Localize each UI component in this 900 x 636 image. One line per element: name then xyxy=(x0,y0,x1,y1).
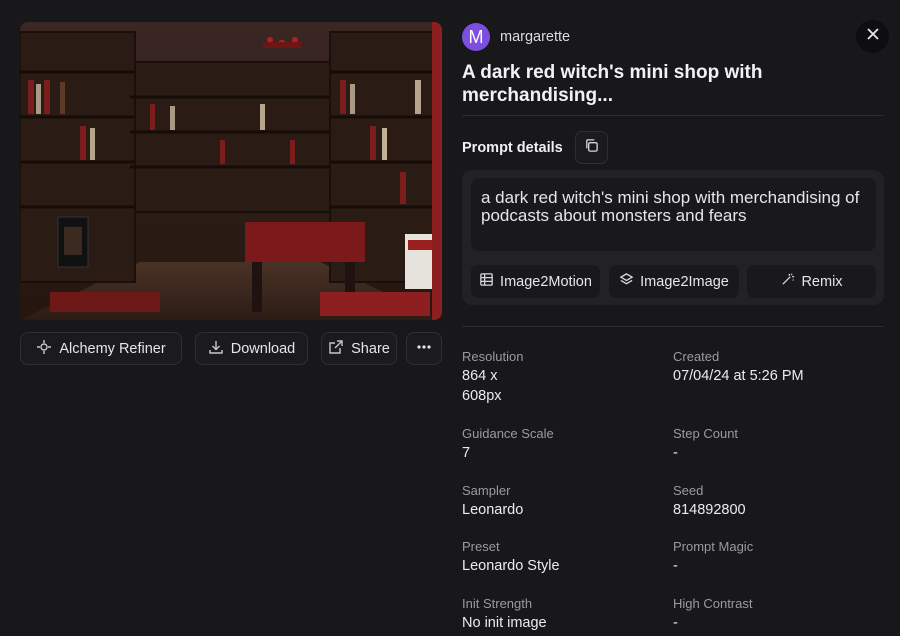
resolution-value: 864 x xyxy=(462,368,498,384)
guidance-scale: Guidance Scale 7 xyxy=(462,426,662,463)
username[interactable]: margarette xyxy=(500,29,570,45)
divider xyxy=(462,115,884,116)
resolution-label: Resolution xyxy=(462,349,524,364)
close-icon xyxy=(866,27,880,46)
alchemy-icon xyxy=(36,339,52,359)
image-detail-modal: Alchemy Refiner Download Share M margare… xyxy=(0,0,900,636)
divider xyxy=(462,326,884,327)
sampler: Sampler Leonardo xyxy=(462,483,662,520)
prompt-magic-value: - xyxy=(673,558,678,574)
prompt-details-label: Prompt details xyxy=(462,139,563,156)
sampler-value: Leonardo xyxy=(462,502,524,518)
init-strength-label: Init Strength xyxy=(462,596,533,611)
alchemy-refiner-button[interactable]: Alchemy Refiner xyxy=(20,332,182,365)
preset: Preset Leonardo Style xyxy=(462,539,662,576)
copy-icon xyxy=(584,138,599,158)
close-button[interactable] xyxy=(856,20,889,53)
motion-icon xyxy=(479,272,494,291)
resolution-value-unit: 608px xyxy=(462,388,502,404)
download-button[interactable]: Download xyxy=(195,332,308,365)
seed-label: Seed xyxy=(673,483,704,498)
creator: M margarette xyxy=(462,23,570,51)
image2motion-label: Image2Motion xyxy=(500,273,592,290)
more-options-button[interactable] xyxy=(406,332,442,365)
more-horizontal-icon xyxy=(416,339,432,359)
prompt-text: a dark red witch's mini shop with mercha… xyxy=(471,178,876,251)
prompt-header: Prompt details xyxy=(462,131,608,164)
high-contrast: High Contrast - xyxy=(673,596,873,633)
init-strength-value: No init image xyxy=(462,615,547,631)
resolution: Resolution 864 x 608px xyxy=(462,349,662,406)
created-label: Created xyxy=(673,349,720,364)
generated-image[interactable] xyxy=(20,22,442,320)
layers-icon xyxy=(619,272,634,291)
share-label: Share xyxy=(351,340,390,357)
avatar[interactable]: M xyxy=(462,23,490,51)
share-button[interactable]: Share xyxy=(321,332,397,365)
remix-label: Remix xyxy=(801,273,843,290)
created-value: 07/04/24 at 5:26 PM xyxy=(673,368,804,384)
image2image-label: Image2Image xyxy=(640,273,729,290)
image2motion-button[interactable]: Image2Motion xyxy=(471,265,600,298)
prompt-panel: a dark red witch's mini shop with mercha… xyxy=(462,170,884,305)
sampler-label: Sampler xyxy=(462,483,511,498)
magic-wand-icon xyxy=(780,272,795,291)
download-icon xyxy=(208,339,224,359)
guidance-scale-label: Guidance Scale xyxy=(462,426,554,441)
copy-prompt-button[interactable] xyxy=(574,131,608,164)
image-title: A dark red witch's mini shop with mercha… xyxy=(462,62,763,106)
seed: Seed 814892800 xyxy=(673,483,873,520)
guidance-scale-value: 7 xyxy=(462,445,471,461)
high-contrast-label: High Contrast xyxy=(673,596,753,611)
created: Created 07/04/24 at 5:26 PM xyxy=(673,349,873,386)
step-count: Step Count - xyxy=(673,426,873,463)
high-contrast-value: - xyxy=(673,615,678,631)
share-icon xyxy=(328,339,344,359)
prompt-magic-label: Prompt Magic xyxy=(673,539,754,554)
init-strength: Init Strength No init image xyxy=(462,596,662,633)
prompt-magic: Prompt Magic - xyxy=(673,539,873,576)
seed-value[interactable]: 814892800 xyxy=(673,500,873,520)
alchemy-refiner-label: Alchemy Refiner xyxy=(59,340,166,357)
preset-value: Leonardo Style xyxy=(462,558,560,574)
image2image-button[interactable]: Image2Image xyxy=(609,265,739,298)
download-label: Download xyxy=(230,340,296,357)
step-count-value: - xyxy=(673,445,678,461)
step-count-label: Step Count xyxy=(673,426,739,441)
preset-label: Preset xyxy=(462,539,500,554)
remix-button[interactable]: Remix xyxy=(747,265,876,298)
